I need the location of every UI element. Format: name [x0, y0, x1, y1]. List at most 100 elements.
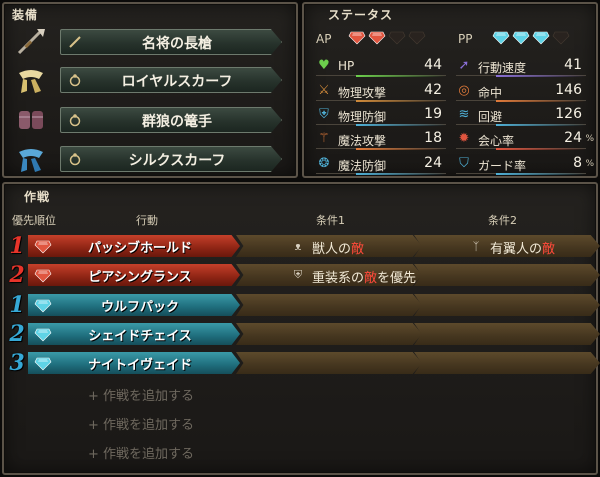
tactic-row[interactable]: 3 ナイトイヴェイド [4, 351, 600, 375]
condition-1-slot[interactable] [236, 294, 422, 316]
tactic-row[interactable]: 1 ウルフパック [4, 293, 600, 317]
equipment-name: シルクスカーフ [128, 153, 226, 169]
equipment-slot-weapon[interactable]: 名将の長槍 [14, 26, 284, 58]
stat-row: ≋ 回避 126 [456, 105, 586, 126]
tactic-action-name: パッシブホールド [87, 241, 192, 256]
pp-cost-icon [34, 298, 52, 313]
condition-2-slot[interactable] [414, 323, 600, 345]
priority-number: 2 [9, 262, 25, 288]
priority-number: 3 [9, 350, 25, 376]
guard-icon: ⛉ [459, 155, 469, 171]
stat-bar [496, 173, 586, 175]
tactic-action-name: ナイトイヴェイド [87, 358, 192, 373]
spear-icon [14, 26, 48, 58]
stat-row: ⚔ 物理攻撃 42 [316, 81, 446, 102]
wand-icon: ⚚ [318, 130, 330, 146]
ap-cost-icon [34, 239, 52, 254]
ap-label: AP [316, 32, 332, 46]
tactic-action-button[interactable]: シェイドチェイス [28, 323, 240, 345]
header-condition-2: 条件2 [488, 214, 517, 227]
stat-row: ⛉ ガード率 8% [456, 154, 594, 175]
stat-value: 19 [424, 106, 442, 122]
magic-shield-icon: ❂ [318, 155, 330, 171]
stat-row: ⚚ 魔法攻撃 18 [316, 129, 446, 150]
tactic-action-name: シェイドチェイス [88, 329, 192, 344]
heart-icon: ♥ [318, 57, 330, 73]
tactic-action-button[interactable]: ナイトイヴェイド [28, 352, 240, 374]
condition-enemy: 敵 [351, 242, 365, 257]
add-tactic-button[interactable]: + 作戦を追加する [88, 414, 194, 433]
equipment-title: 装備 [12, 8, 39, 22]
condition-prefix: 有翼人の [490, 242, 543, 257]
stat-row: ❂ 魔法防御 24 [316, 154, 446, 175]
stat-label: 物理防御 [338, 110, 387, 124]
tactic-action-button[interactable]: ウルフパック [28, 294, 240, 316]
add-tactic-button[interactable]: + 作戦を追加する [88, 385, 194, 404]
header-action: 行動 [136, 214, 158, 227]
tactic-row[interactable]: 2 ピアシングランス ⛨ 重装系の敵を優先 [4, 263, 600, 287]
pp-cost-icon [34, 327, 52, 342]
critical-icon: ✹ [458, 130, 470, 146]
tactic-action-button[interactable]: ピアシングランス [28, 264, 240, 286]
condition-2-slot[interactable] [414, 264, 600, 286]
stat-bar [356, 100, 446, 102]
equipment-name-plate[interactable]: シルクスカーフ [60, 146, 282, 172]
condition-suffix: を優先 [377, 271, 417, 286]
priority-number: 1 [9, 292, 25, 318]
condition-1-slot[interactable]: ⛨ 重装系の敵を優先 [236, 264, 422, 286]
stat-unit: % [585, 159, 594, 169]
stat-label: 行動速度 [478, 61, 527, 75]
equipment-slot-accessory-2[interactable]: 群狼の篭手 [14, 104, 284, 136]
tactic-action-button[interactable]: パッシブホールド [28, 235, 240, 257]
equipment-name-plate[interactable]: 名将の長槍 [60, 29, 282, 55]
condition-2-slot[interactable] [414, 352, 600, 374]
stat-row: ◎ 命中 146 [456, 81, 586, 102]
equipment-slot-accessory-1[interactable]: ロイヤルスカーフ [14, 64, 284, 96]
condition-1-slot[interactable] [236, 352, 422, 374]
ring-slot-icon [67, 112, 83, 128]
pp-gem-empty [552, 30, 570, 49]
stat-bar [496, 75, 586, 77]
stat-label: 会心率 [478, 134, 515, 148]
tactic-row[interactable]: 1 パッシブホールド ᴥ 獣人の敵 ᛉ 有翼人の敵 [4, 234, 600, 258]
condition-enemy: 敵 [542, 242, 556, 257]
ap-gem-empty [408, 30, 426, 49]
tactic-row[interactable]: 2 シェイドチェイス [4, 322, 600, 346]
stat-label: ガード率 [478, 159, 527, 173]
add-tactic-button[interactable]: + 作戦を追加する [88, 443, 194, 462]
stat-bar [356, 148, 446, 150]
condition-1-slot[interactable] [236, 323, 422, 345]
armor-icon: ⛨ [319, 106, 329, 122]
stat-label: HP [338, 59, 355, 73]
stat-row: ➚ 行動速度 41 [456, 56, 586, 77]
condition-2-slot[interactable] [414, 294, 600, 316]
equipment-name: 名将の長槍 [142, 36, 212, 52]
condition-text: 有翼人の敵 [490, 238, 555, 257]
equipment-name-plate[interactable]: ロイヤルスカーフ [60, 67, 282, 93]
equipment-slot-accessory-3[interactable]: シルクスカーフ [14, 143, 284, 175]
condition-1-slot[interactable]: ᴥ 獣人の敵 [236, 235, 422, 257]
ap-gem-filled [368, 30, 386, 49]
condition-2-slot[interactable]: ᛉ 有翼人の敵 [414, 235, 600, 257]
pp-gem-filled [512, 30, 530, 49]
condition-text: 重装系の敵を優先 [312, 267, 416, 286]
blue-scarf-icon [14, 143, 48, 175]
tactics-panel: 作戦 優先順位 行動 条件1 条件2 1 パッシブホールド ᴥ 獣人の敵 ᛉ 有翼人の敵 2… [2, 182, 600, 475]
target-icon: ◎ [458, 82, 470, 98]
stat-label: 物理攻撃 [338, 86, 387, 100]
stat-bar [356, 75, 446, 77]
stat-unit: % [585, 134, 594, 144]
ap-cost-icon [34, 268, 52, 283]
header-priority: 優先順位 [12, 214, 56, 227]
stat-value: 126 [555, 106, 582, 122]
stat-row: ♥ HP 44 [316, 56, 446, 77]
stat-value: 146 [555, 82, 582, 98]
equipment-name-plate[interactable]: 群狼の篭手 [60, 107, 282, 133]
equipment-name: 群狼の篭手 [142, 114, 212, 130]
header-condition-1: 条件1 [316, 214, 345, 227]
beast-icon: ᴥ [294, 239, 302, 253]
stat-value: 8 [573, 155, 582, 171]
stat-value: 41 [564, 57, 582, 73]
priority-number: 2 [9, 321, 25, 347]
ap-gem-empty [388, 30, 406, 49]
